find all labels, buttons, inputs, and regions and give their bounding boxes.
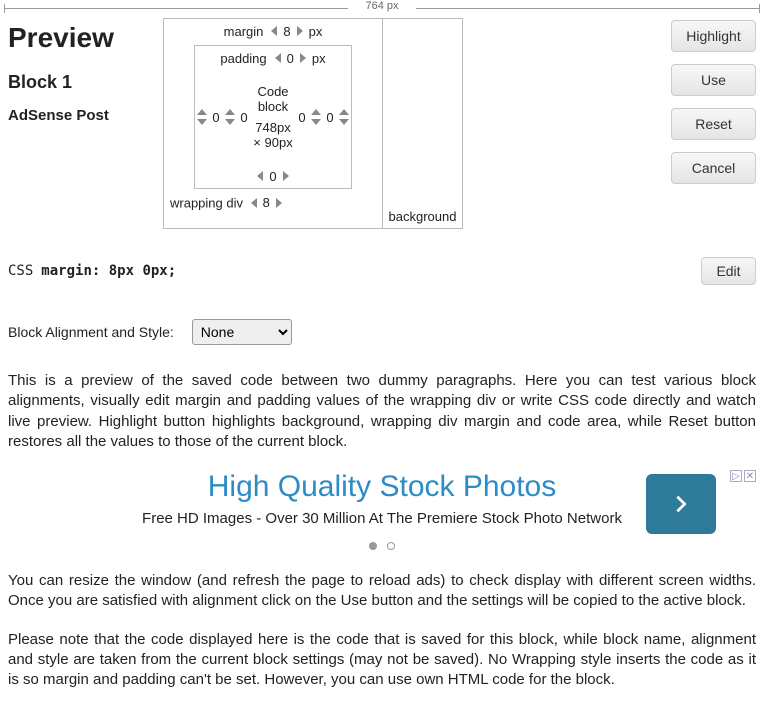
reset-button[interactable]: Reset (671, 108, 756, 140)
code-block-area: Code block 748px × 90px (251, 70, 295, 164)
padding-right-dec-icon[interactable] (311, 119, 321, 125)
ad-dot-1[interactable] (369, 542, 377, 550)
padding-top-dec-icon[interactable] (275, 53, 281, 63)
css-label: CSS (8, 263, 33, 279)
ad-dot-2[interactable] (387, 542, 395, 550)
padding-right-value: 0 (295, 110, 309, 125)
width-ruler: 764 px (0, 0, 764, 18)
margin-label: margin (224, 24, 264, 39)
padding-left-inc-icon[interactable] (225, 109, 235, 115)
resize-paragraph: You can resize the window (and refresh t… (0, 571, 764, 612)
ad-subtext: Free HD Images - Over 30 Million At The … (8, 510, 756, 527)
ad-close-icon[interactable]: ✕ (744, 470, 756, 482)
background-column: background (382, 19, 462, 228)
padding-box: padding 0 px 0 (194, 45, 352, 189)
padding-top-value: 0 (287, 51, 294, 66)
margin-unit: px (309, 24, 323, 39)
block-name: AdSense Post (8, 107, 163, 124)
margin-right-value: 0 (323, 110, 337, 125)
box-model-editor: margin 8 px padding 0 px (163, 18, 463, 229)
padding-label: padding (220, 51, 266, 66)
margin-right-dec-icon[interactable] (339, 119, 349, 125)
alignment-label: Block Alignment and Style: (8, 324, 174, 340)
margin-top-value: 8 (283, 24, 290, 39)
alignment-select[interactable]: None (192, 319, 292, 345)
background-label: background (383, 209, 462, 228)
padding-unit: px (312, 51, 326, 66)
chevron-right-icon (670, 493, 692, 515)
wrapping-value: 8 (263, 195, 270, 210)
padding-bottom-inc-icon[interactable] (283, 171, 289, 181)
margin-left-inc-icon[interactable] (197, 109, 207, 115)
ad-cta-button[interactable] (646, 474, 716, 534)
use-button[interactable]: Use (671, 64, 756, 96)
margin-top-inc-icon[interactable] (297, 26, 303, 36)
intro-paragraph: This is a preview of the saved code betw… (0, 371, 764, 452)
padding-left-dec-icon[interactable] (225, 119, 235, 125)
padding-top-inc-icon[interactable] (300, 53, 306, 63)
wrapping-inc-icon[interactable] (276, 198, 282, 208)
margin-left-value: 0 (209, 110, 223, 125)
note-paragraph: Please note that the code displayed here… (0, 630, 764, 691)
ad-pagination (8, 537, 756, 553)
padding-bottom-value: 0 (269, 169, 276, 184)
margin-top-dec-icon[interactable] (271, 26, 277, 36)
code-block-label: Code block (251, 84, 295, 114)
wrapping-div-label: wrapping div (170, 196, 243, 211)
preview-title: Preview (8, 22, 163, 54)
wrapping-dec-icon[interactable] (251, 198, 257, 208)
cancel-button[interactable]: Cancel (671, 152, 756, 184)
padding-left-value: 0 (237, 110, 251, 125)
css-code: margin: 8px 0px; (41, 263, 176, 279)
highlight-button[interactable]: Highlight (671, 20, 756, 52)
ad-choices-icon[interactable]: ▷ (730, 470, 742, 482)
ad-headline[interactable]: High Quality Stock Photos (8, 470, 756, 504)
block-number: Block 1 (8, 72, 163, 93)
code-block-dimensions: 748px × 90px (251, 120, 295, 150)
ruler-label: 764 px (365, 0, 398, 12)
margin-left-dec-icon[interactable] (197, 119, 207, 125)
ad-block: ▷ ✕ High Quality Stock Photos Free HD Im… (8, 470, 756, 553)
padding-bottom-dec-icon[interactable] (257, 171, 263, 181)
padding-right-inc-icon[interactable] (311, 109, 321, 115)
edit-button[interactable]: Edit (701, 257, 756, 285)
margin-right-inc-icon[interactable] (339, 109, 349, 115)
